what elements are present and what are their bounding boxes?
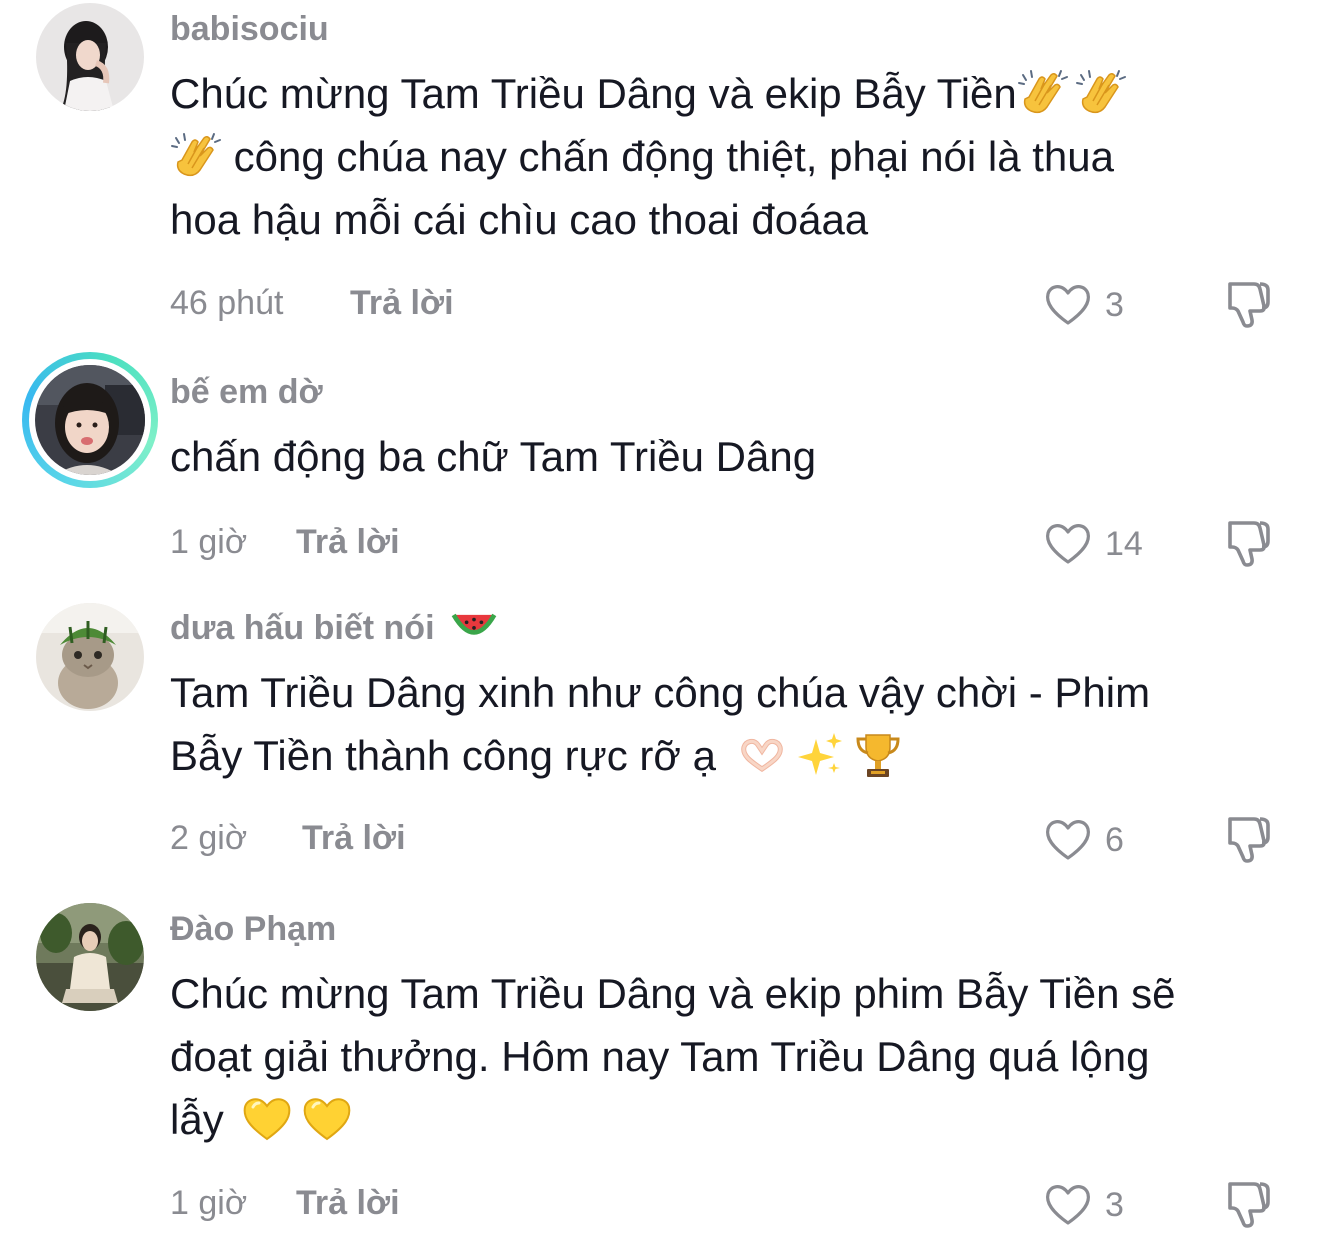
heart-icon xyxy=(1043,519,1093,569)
reply-button[interactable]: Trả lời xyxy=(296,523,400,562)
comment-item: babisociu Chúc mừng Tam Triều Dâng và ek… xyxy=(0,0,1320,345)
reply-button[interactable]: Trả lời xyxy=(296,1184,400,1223)
clapping-hands-icon xyxy=(1075,67,1127,119)
avatar[interactable] xyxy=(36,3,144,111)
comment-text-line: Bẫy Tiền thành công rực rỡ ạ xyxy=(170,732,716,779)
clapping-hands-icon xyxy=(170,130,222,182)
heart-icon xyxy=(1043,815,1093,865)
avatar[interactable] xyxy=(36,903,144,1011)
trophy-icon xyxy=(852,729,904,781)
avatar xyxy=(35,365,145,475)
comment-username[interactable]: babisociu xyxy=(170,10,329,49)
comment-text-line: Tam Triều Dâng xinh như công chúa vậy ch… xyxy=(170,669,1151,716)
heart-hands-icon xyxy=(736,729,788,781)
like-count: 6 xyxy=(1105,820,1124,859)
dislike-icon[interactable] xyxy=(1220,515,1276,571)
heart-icon xyxy=(1043,1180,1093,1230)
comment-time: 1 giờ xyxy=(170,523,248,561)
comment-text: Chúc mừng Tam Triều Dâng và ekip phim Bẫ… xyxy=(170,962,1290,1151)
dislike-icon[interactable] xyxy=(1220,276,1276,332)
comment-meta: 46 phút Trả lời xyxy=(170,284,454,323)
like-button[interactable]: 14 xyxy=(1043,519,1143,569)
comment-username[interactable]: bế em dờ xyxy=(170,373,323,412)
comment-time: 2 giờ xyxy=(170,819,248,857)
like-button[interactable]: 6 xyxy=(1043,815,1124,865)
comment-text-line: Chúc mừng Tam Triều Dâng và ekip Bẫy Tiề… xyxy=(170,70,1017,117)
comment-time: 1 giờ xyxy=(170,1184,248,1222)
like-count: 14 xyxy=(1105,524,1143,563)
comment-text-line: hoa hậu mỗi cái chìu cao thoai đoáaa xyxy=(170,196,869,243)
clapping-hands-icon xyxy=(1017,67,1069,119)
comment-text: Tam Triều Dâng xinh như công chúa vậy ch… xyxy=(170,661,1290,787)
heart-icon xyxy=(1043,280,1093,330)
dislike-icon[interactable] xyxy=(1220,1176,1276,1232)
comment-item: dưa hấu biết nói Tam Triều Dâng xinh như… xyxy=(0,595,1320,900)
comment-item: bế em dờ chấn động ba chữ Tam Triều Dâng… xyxy=(0,345,1320,595)
comment-text-line: đoạt giải thưởng. Hôm nay Tam Triều Dâng… xyxy=(170,1033,1150,1080)
comment-text-line: lẫy xyxy=(170,1096,224,1143)
comment-text-line: Chúc mừng Tam Triều Dâng và ekip phim Bẫ… xyxy=(170,970,1176,1017)
avatar[interactable] xyxy=(36,603,144,711)
dislike-icon[interactable] xyxy=(1220,811,1276,867)
comment-meta: 1 giờ Trả lời xyxy=(170,1184,400,1223)
comment-username[interactable]: Đào Phạm xyxy=(170,910,336,949)
comment-username[interactable]: dưa hấu biết nói xyxy=(170,609,498,650)
comment-text: Chúc mừng Tam Triều Dâng và ekip Bẫy Tiề… xyxy=(170,62,1290,251)
reply-button[interactable]: Trả lời xyxy=(302,819,406,858)
like-button[interactable]: 3 xyxy=(1043,1180,1124,1230)
username-text: dưa hấu biết nói xyxy=(170,609,435,647)
comment-meta: 1 giờ Trả lời xyxy=(170,523,400,562)
sparkles-icon xyxy=(794,729,846,781)
comment-item: Đào Phạm Chúc mừng Tam Triều Dâng và eki… xyxy=(0,900,1320,1252)
comment-text: chấn động ba chữ Tam Triều Dâng xyxy=(170,425,1290,488)
comment-time: 46 phút xyxy=(170,284,284,322)
watermelon-icon xyxy=(450,602,498,650)
comment-meta: 2 giờ Trả lời xyxy=(170,819,406,858)
comment-text-line: công chúa nay chấn động thiệt, phại nói … xyxy=(222,133,1115,180)
yellow-heart-icon xyxy=(241,1093,293,1145)
yellow-heart-icon xyxy=(301,1093,353,1145)
like-count: 3 xyxy=(1105,1185,1124,1224)
reply-button[interactable]: Trả lời xyxy=(350,284,454,323)
story-ring[interactable] xyxy=(22,352,158,488)
like-count: 3 xyxy=(1105,285,1124,324)
like-button[interactable]: 3 xyxy=(1043,280,1124,330)
comment-text-line: chấn động ba chữ Tam Triều Dâng xyxy=(170,433,817,480)
